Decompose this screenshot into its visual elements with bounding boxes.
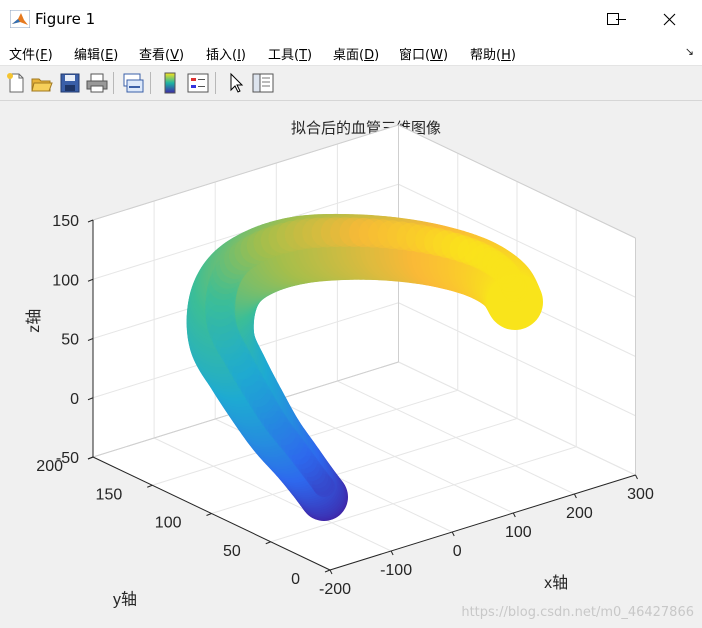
z-axis-label: z轴 (25, 309, 43, 333)
axes-3d[interactable]: -200-1000100200300050100150200-500501001… (0, 101, 702, 628)
z-tick (87, 397, 94, 401)
z-tick (87, 219, 94, 223)
pointer-icon[interactable] (224, 71, 248, 95)
z-tick (87, 338, 94, 341)
y-tick (324, 569, 331, 573)
y-tick (265, 541, 271, 545)
insert-legend-icon[interactable] (186, 71, 210, 95)
x-tick-label: 100 (505, 524, 532, 541)
maximize-button[interactable] (586, 0, 640, 39)
x-tick-label: 200 (566, 505, 593, 522)
y-tick-label: 150 (96, 486, 123, 503)
x-axis-label: x轴 (544, 574, 568, 592)
z-tick-label: 150 (52, 213, 79, 230)
link-plot-icon[interactable] (121, 71, 145, 95)
insert-colorbar-icon[interactable] (158, 71, 182, 95)
z-tick (87, 278, 94, 282)
x-tick (512, 512, 516, 518)
y-tick-label: 50 (223, 543, 241, 560)
x-tick-label: -100 (380, 562, 412, 579)
z-tick-label: 100 (52, 272, 79, 289)
toolbar-separator (215, 72, 216, 94)
x-tick-label: -200 (319, 581, 351, 598)
y-axis-label: y轴 (113, 590, 137, 608)
menu-item-1[interactable]: 编辑(E) (74, 44, 118, 63)
open-file-icon[interactable] (30, 71, 54, 95)
menu-item-0[interactable]: 文件(F) (9, 44, 53, 63)
z-tick-label: 50 (61, 332, 79, 349)
toolbar-separator (113, 72, 114, 94)
menu-item-5[interactable]: 桌面(D) (333, 44, 379, 63)
x-tick (451, 531, 455, 537)
figure-toolbar (0, 66, 702, 101)
maximize-icon (607, 13, 619, 25)
surface-patch (502, 276, 528, 302)
window-title: Figure 1 (35, 10, 96, 28)
figure-canvas: 拟合后的血管三维图像 -200 -100 0 100 200 300 0 50 100 150 20… (0, 101, 702, 628)
save-icon[interactable] (58, 71, 82, 95)
close-icon (663, 13, 676, 26)
new-figure-icon[interactable] (4, 71, 28, 95)
y-tick (206, 513, 212, 516)
z-tick-label: -50 (56, 450, 79, 467)
x-tick (573, 493, 577, 499)
z-tick-label: 0 (70, 391, 79, 408)
property-inspector-icon[interactable] (251, 71, 275, 95)
y-tick-label: 0 (291, 571, 300, 588)
y-tick (147, 484, 153, 488)
menu-item-2[interactable]: 查看(V) (139, 44, 184, 63)
x-tick (390, 550, 394, 556)
y-tick-label: 100 (155, 515, 182, 532)
z-tick (87, 456, 94, 460)
print-icon[interactable] (85, 71, 109, 95)
menu-item-3[interactable]: 插入(I) (206, 44, 246, 63)
x-tick (329, 569, 333, 575)
toolbar-separator (150, 72, 151, 94)
close-button[interactable] (643, 0, 697, 39)
menu-bar: 文件(F) 编辑(E) 查看(V) 插入(I) 工具(T) 桌面(D) 窗口(W) 帮助(H)… (0, 39, 702, 66)
menu-item-4[interactable]: 工具(T) (268, 44, 312, 63)
dock-arrow-icon[interactable]: ↘ (685, 45, 694, 58)
matlab-icon (10, 10, 30, 28)
window-title-bar: Figure 1 (0, 0, 702, 39)
x-tick-label: 0 (453, 543, 462, 560)
watermark: https://blog.csdn.net/m0_46427866 (461, 605, 694, 620)
menu-item-6[interactable]: 窗口(W) (399, 44, 448, 63)
x-tick-label: 300 (627, 486, 654, 503)
x-tick (635, 474, 638, 480)
menu-item-7[interactable]: 帮助(H) (470, 44, 516, 63)
